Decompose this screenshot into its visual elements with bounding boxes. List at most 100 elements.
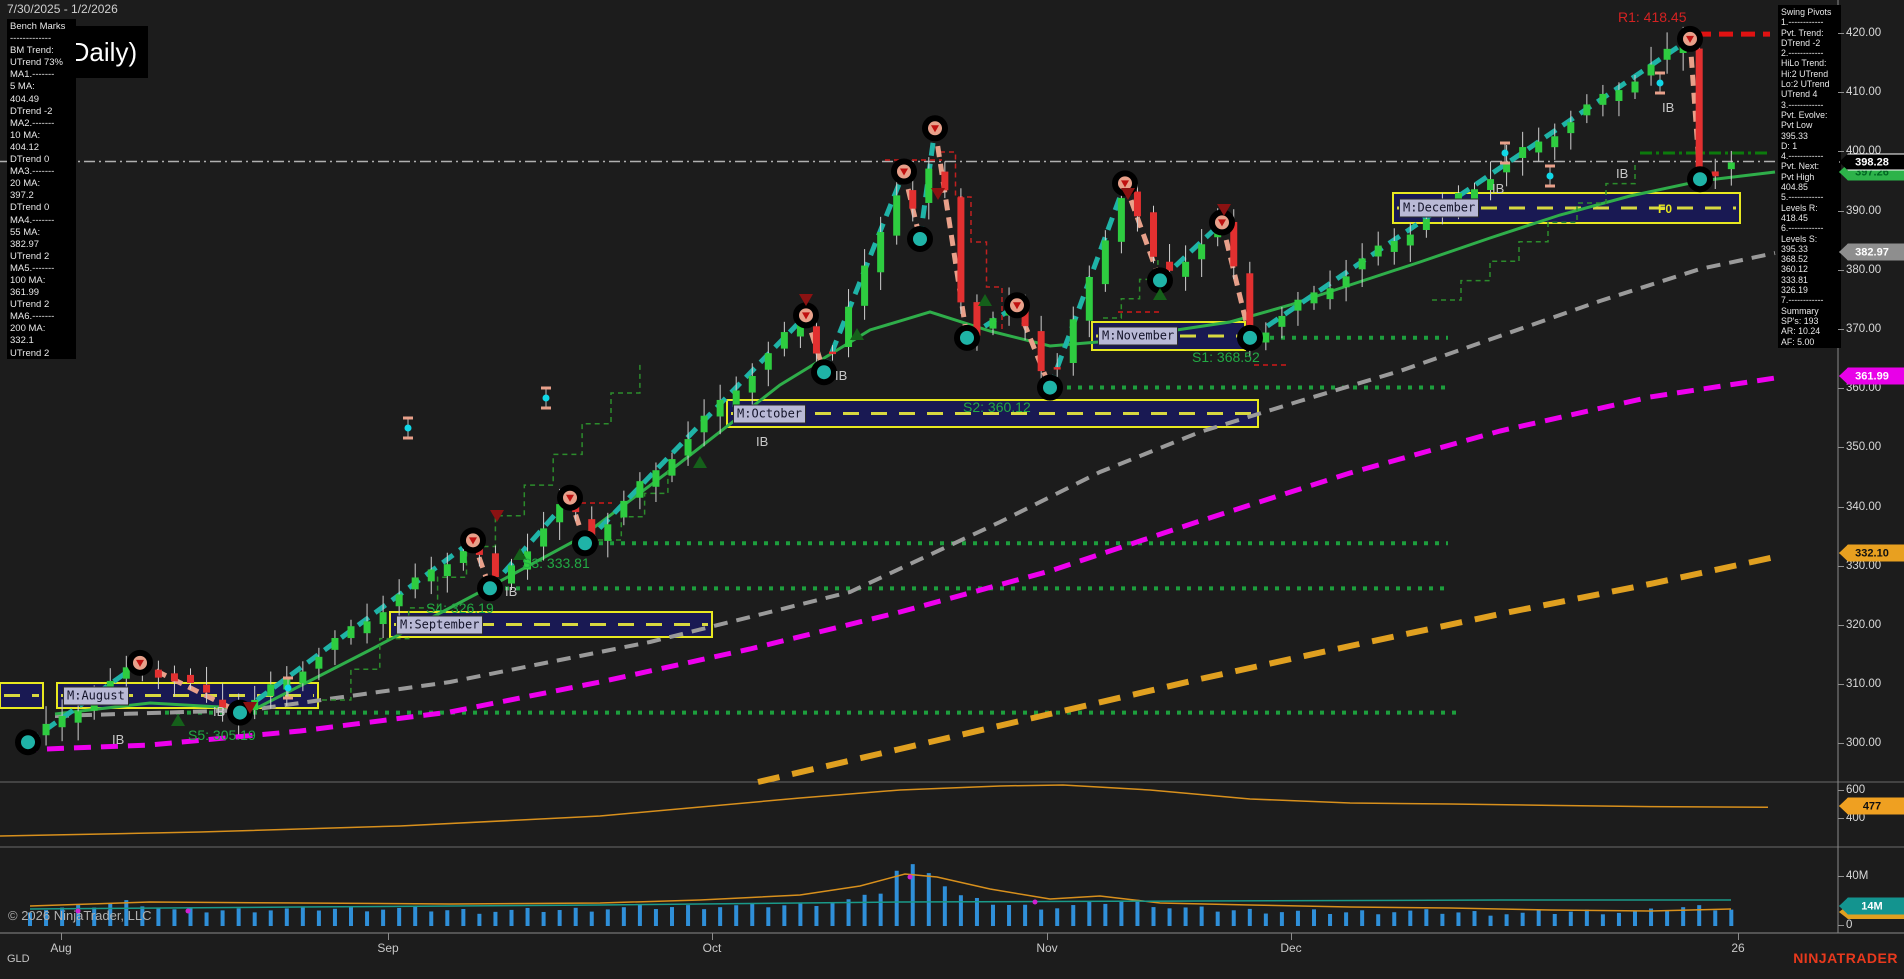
- bench-marks-line: MA3.-------: [10, 166, 55, 178]
- candle-body: [861, 265, 869, 306]
- volume-bar: [1071, 905, 1076, 926]
- price-tag[interactable]: 382.97: [1839, 243, 1904, 261]
- volume-bar: [156, 907, 161, 926]
- month-box-label[interactable]: M:September: [396, 615, 484, 634]
- ma-200-line: [757, 554, 1776, 785]
- price-tag[interactable]: 332.10: [1839, 544, 1904, 562]
- candle-body: [1262, 332, 1270, 343]
- candle-body: [315, 656, 323, 669]
- swing-pivots-line: 2.------------: [1781, 48, 1824, 59]
- volume-bar: [878, 893, 883, 926]
- resistance-r1-label: R1: 418.45: [1618, 9, 1687, 25]
- volume-bar: [1440, 913, 1445, 926]
- candle-body: [1374, 245, 1382, 257]
- price-axis-tick: [1838, 625, 1844, 626]
- indicator-axis-label: 600: [1846, 784, 1866, 796]
- bench-marks-line: DTrend 0: [10, 154, 50, 166]
- candle-body: [1278, 315, 1286, 327]
- cyan-dot-marker: [284, 684, 292, 692]
- pivot-low-circle: [1147, 267, 1173, 294]
- candle-body: [1615, 90, 1623, 101]
- volume-bar: [1344, 912, 1349, 926]
- swing-pivots-line: 395.33: [1781, 243, 1808, 254]
- swing-pivots-line: 6.------------: [1781, 223, 1824, 234]
- month-box-label[interactable]: M:October: [733, 404, 807, 423]
- price-axis-tick: [1838, 92, 1844, 93]
- candle-body: [812, 326, 820, 354]
- volume-bar: [734, 905, 739, 926]
- candle-body: [1294, 299, 1302, 311]
- bench-marks-line: BM Trend:: [10, 45, 54, 57]
- month-box-label[interactable]: M:August: [63, 686, 129, 705]
- price-tag[interactable]: 361.99: [1839, 367, 1904, 385]
- volume-bar: [1087, 901, 1092, 926]
- bench-marks-line: MA6.-------: [10, 311, 55, 323]
- trend-staircase: [940, 151, 1003, 332]
- price-axis-label: 410.00: [1846, 86, 1882, 98]
- volume-bar: [429, 911, 434, 926]
- volume-tag[interactable]: 14M: [1839, 897, 1904, 915]
- indicator-tag[interactable]: 477: [1839, 797, 1904, 815]
- price-tag[interactable]: 398.28: [1839, 153, 1904, 171]
- volume-bar: [477, 913, 482, 926]
- up-triangle-icon: [693, 456, 707, 468]
- volume-bar: [1536, 910, 1541, 926]
- swing-pivots-line: Pvt. Trend:: [1781, 27, 1824, 38]
- volume-bar: [1665, 910, 1670, 926]
- candle-body: [1182, 261, 1190, 277]
- volume-bar: [718, 907, 723, 926]
- volume-bar: [1360, 910, 1365, 926]
- candle-body: [1647, 64, 1655, 76]
- candle-body: [700, 415, 708, 433]
- price-axis-tick: [1838, 447, 1844, 448]
- support-level-label: S1: 368.52: [1192, 349, 1260, 365]
- swing-pivots-line: HiLo Trend:: [1781, 58, 1827, 69]
- time-axis-tick: [1291, 933, 1292, 940]
- volume-bar: [782, 905, 787, 926]
- volume-bar: [1552, 913, 1557, 926]
- volume-axis-tick: [1838, 876, 1844, 877]
- candle-body: [1117, 198, 1125, 242]
- swing-pivots-line: Swing Pivots: [1781, 7, 1832, 17]
- volume-bar: [1392, 912, 1397, 926]
- price-axis-tick: [1838, 211, 1844, 212]
- candle-body: [170, 673, 178, 682]
- swing-pivots-line: Levels S:: [1781, 233, 1818, 244]
- volume-bar: [1263, 913, 1268, 926]
- candle-body: [1422, 219, 1430, 231]
- bench-marks-line: 382.97: [10, 238, 40, 250]
- time-axis-tick: [61, 933, 62, 940]
- cyan-dot-marker: [1656, 79, 1664, 87]
- time-axis-tick: [1047, 933, 1048, 940]
- pivot-low-circle: [811, 359, 837, 386]
- month-box-label[interactable]: M:November: [1098, 326, 1179, 346]
- candle-body: [636, 481, 644, 498]
- volume-bar: [798, 903, 803, 926]
- volume-bar: [525, 907, 530, 926]
- volume-bar: [1424, 909, 1429, 926]
- swing-pivots-line: Pvt High: [1781, 171, 1815, 182]
- volume-bar: [1199, 906, 1204, 926]
- candle-body: [845, 306, 853, 348]
- volume-bar: [1215, 911, 1220, 926]
- cyan-dot-marker: [1501, 149, 1509, 157]
- bench-marks-line: MA2.-------: [10, 117, 55, 129]
- time-axis-tick: [712, 933, 713, 940]
- bench-marks-line: 10 MA:: [10, 129, 41, 141]
- bench-marks-line: UTrend 73%: [10, 57, 63, 69]
- time-axis-label: Sep: [377, 941, 399, 955]
- bench-marks-line: -------------: [10, 33, 52, 45]
- chart-canvas[interactable]: IB IB IB IB IB IB IB IB S1: 368.52 S2: 360.12 S3: …: [0, 0, 1904, 979]
- volume-bar: [926, 873, 931, 926]
- month-box-label[interactable]: M:December: [1399, 198, 1480, 218]
- volume-signal-dot: [907, 874, 913, 880]
- volume-bar: [814, 905, 819, 926]
- swing-pivots-line: Summary: [1781, 305, 1819, 316]
- up-triangle-icon: [978, 294, 992, 306]
- volume-bar: [1295, 910, 1300, 926]
- bench-marks-line: 20 MA:: [10, 178, 41, 190]
- candle-body: [764, 353, 772, 370]
- bench-marks-line: 404.49: [10, 93, 40, 105]
- volume-bar: [894, 870, 899, 926]
- volume-axis-label: 0: [1846, 919, 1853, 931]
